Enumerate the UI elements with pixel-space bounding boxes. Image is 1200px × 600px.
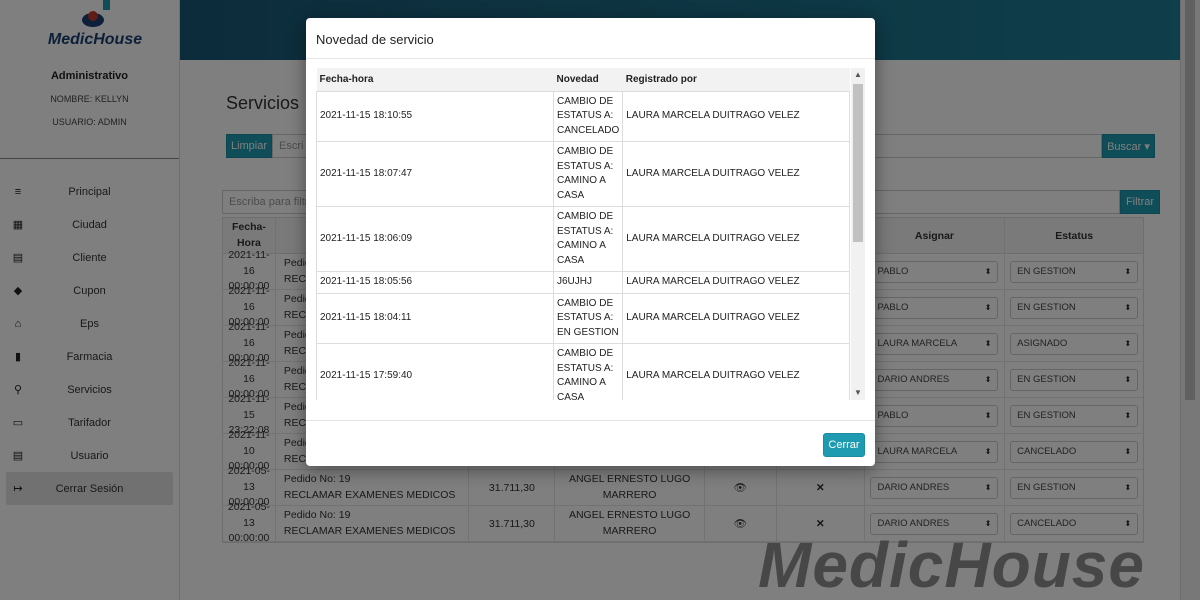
novedad-text: CAMBIO DE ESTATUS A: CANCELADO — [552, 90, 624, 142]
novedad-row: 2021-11-15 18:10:55 CAMBIO DE ESTATUS A: CA… — [316, 90, 850, 142]
novedad-datetime: 2021-11-15 17:59:40 — [316, 343, 554, 400]
novedad-text: CAMBIO DE ESTATUS A: CAMINO A CASA — [552, 343, 624, 401]
novedad-line: CAMBIO DE — [557, 211, 614, 222]
novedad-table-header: Fecha-hora Novedad Registrado por — [316, 68, 850, 92]
novedad-line: ESTATUS A: — [557, 362, 614, 374]
novedad-registered: LAURA MARCELA DUITRAGO VELEZ — [622, 90, 850, 142]
novedad-table: Fecha-hora Novedad Registrado por 2021-1… — [316, 68, 850, 400]
modal-footer: Cerrar — [306, 420, 875, 466]
novedad-row: 2021-11-15 18:06:09 CAMBIO DE ESTATUS A: CA… — [316, 206, 850, 272]
novedad-line: J6UJHJ — [557, 276, 593, 287]
novedad-line: CANCELADO — [557, 124, 620, 136]
novedad-text: CAMBIO DE ESTATUS A: CAMINO A CASA — [552, 141, 624, 207]
novedad-line: CAMINO A — [557, 175, 606, 186]
novedad-line: CAMBIO DE — [557, 297, 614, 309]
novedad-datetime: 2021-11-15 18:06:09 — [316, 206, 554, 272]
novedad-line: CASA — [557, 254, 585, 266]
modal-scrollbar-thumb[interactable] — [853, 84, 863, 242]
novedad-text: J6UJHJ — [552, 271, 624, 294]
novedad-line: ESTATUS A: — [557, 225, 614, 237]
novedad-row: 2021-11-15 18:07:47 CAMBIO DE ESTATUS A: CA… — [316, 141, 850, 207]
novedad-line: EN GESTION — [557, 326, 619, 338]
novedad-line: CAMINO A — [557, 377, 606, 388]
novedad-datetime: 2021-11-15 18:07:47 — [316, 141, 554, 207]
novedad-line: CASA — [557, 391, 585, 401]
novedad-line: CAMBIO DE — [557, 146, 614, 157]
column-header-registered: Registrado por — [622, 68, 850, 92]
novedad-row: 2021-11-15 17:59:40 CAMBIO DE ESTATUS A: CA… — [316, 343, 850, 401]
novedad-line: CAMBIO DE — [557, 348, 614, 359]
novedad-line: ESTATUS A: — [557, 160, 614, 172]
novedad-datetime: 2021-11-15 18:10:55 — [316, 90, 554, 142]
column-header-novedad: Novedad — [553, 68, 623, 92]
modal-title: Novedad de servicio — [306, 18, 875, 59]
column-header-datetime: Fecha-hora — [316, 68, 554, 92]
novedad-registered: LAURA MARCELA DUITRAGO VELEZ — [622, 343, 850, 400]
novedad-registered: LAURA MARCELA DUITRAGO VELEZ — [622, 292, 850, 344]
novedad-modal: Novedad de servicio Fecha-hora Novedad R… — [306, 18, 875, 466]
novedad-line: ESTATUS A: — [557, 110, 614, 121]
modal-scrollbar[interactable]: ▲ ▼ — [851, 68, 865, 400]
scroll-down-icon[interactable]: ▼ — [851, 386, 865, 400]
novedad-datetime: 2021-11-15 18:05:56 — [316, 271, 554, 294]
novedad-row: 2021-11-15 18:04:11 CAMBIO DE ESTATUS A: EN… — [316, 292, 850, 344]
scroll-up-icon[interactable]: ▲ — [851, 68, 865, 82]
novedad-line: CASA — [557, 189, 585, 201]
novedad-text: CAMBIO DE ESTATUS A: EN GESTION — [552, 292, 624, 344]
novedad-line: CAMBIO DE — [557, 95, 614, 107]
novedad-line: CAMINO A — [557, 240, 606, 251]
novedad-text: CAMBIO DE ESTATUS A: CAMINO A CASA — [552, 206, 624, 272]
novedad-line: ESTATUS A: — [557, 312, 614, 323]
novedad-registered: LAURA MARCELA DUITRAGO VELEZ — [622, 141, 850, 207]
close-button[interactable]: Cerrar — [823, 433, 865, 457]
novedad-registered: LAURA MARCELA DUITRAGO VELEZ — [622, 206, 850, 272]
modal-body: Fecha-hora Novedad Registrado por 2021-1… — [316, 68, 865, 400]
novedad-registered: LAURA MARCELA DUITRAGO VELEZ — [622, 271, 850, 294]
novedad-row: 2021-11-15 18:05:56 J6UJHJ LAURA MARCELA D… — [316, 271, 850, 294]
novedad-datetime: 2021-11-15 18:04:11 — [316, 292, 554, 344]
